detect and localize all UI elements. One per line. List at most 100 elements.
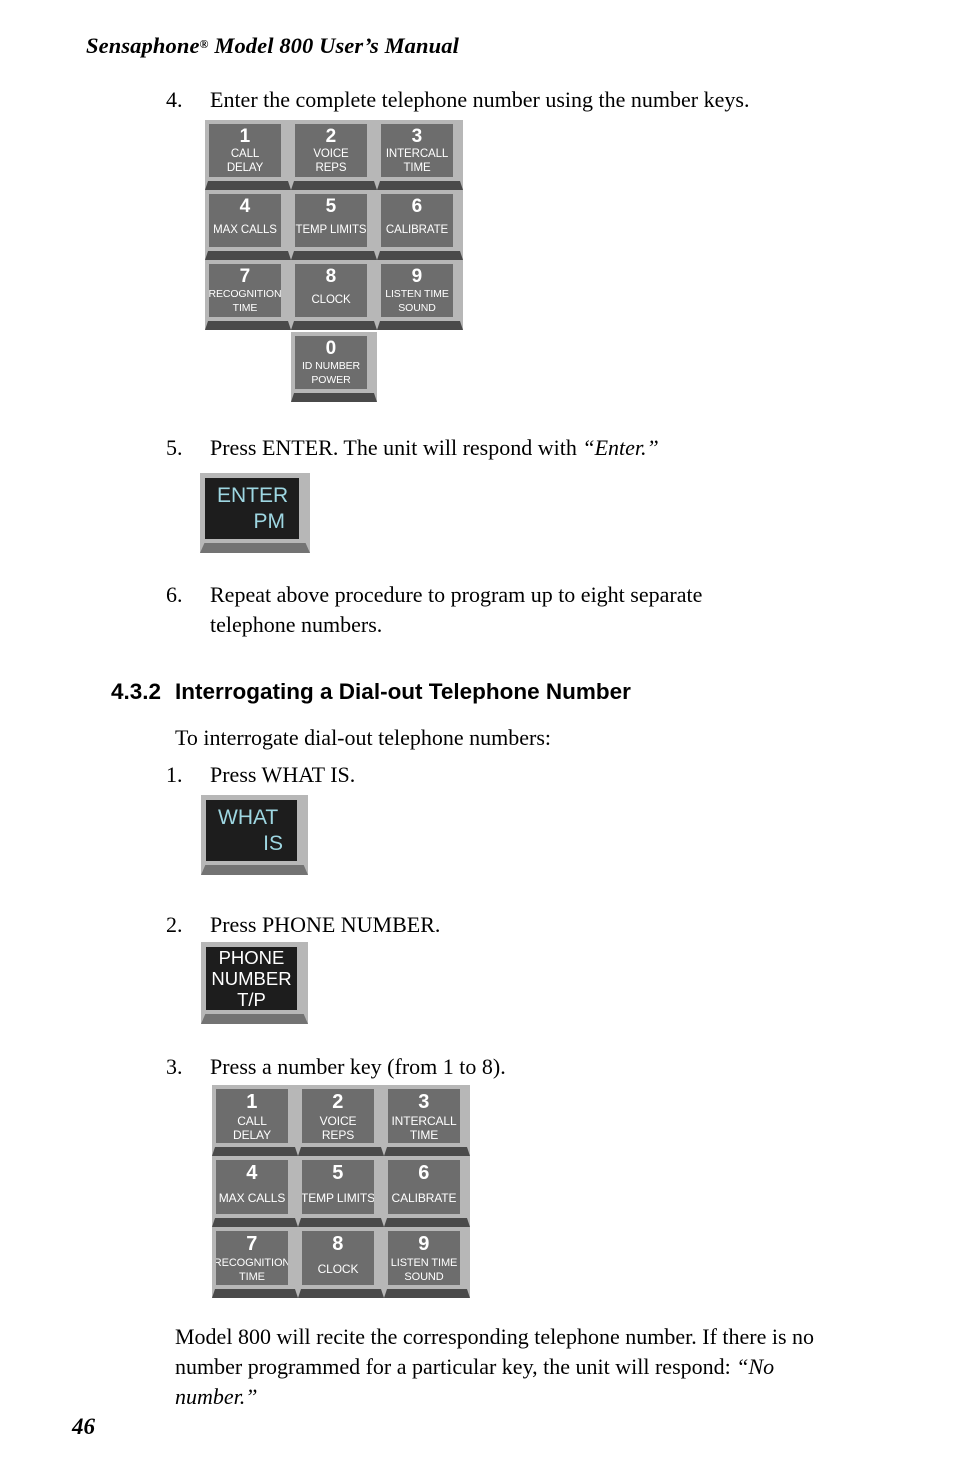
key-bottom-lip [205, 321, 291, 330]
keypad-key-2[interactable]: 2 VOICE REPS [291, 120, 377, 190]
key-face: 6 CALIBRATE [381, 194, 453, 247]
keypad2-key-4[interactable]: 4 MAX CALLS [212, 1156, 298, 1227]
section-intro-paragraph: To interrogate dial-out telephone number… [175, 725, 552, 750]
key-label-line-1: VOICE [319, 1114, 357, 1128]
step-3-text: Press a number key (from 1 to 8). [210, 1054, 506, 1079]
enter-key-label-line-1: ENTER [217, 483, 289, 507]
key-bottom-lip [384, 1147, 470, 1156]
step-6-text: Repeat above procedure to program up to … [210, 582, 703, 637]
keypad2-key-1[interactable]: 1 CALL DELAY [212, 1085, 298, 1156]
keypad-key-9[interactable]: 9 LISTEN TIME SOUND [377, 260, 463, 330]
step-5-number: 5. [166, 435, 183, 460]
keypad-key-1[interactable]: 1 CALL DELAY [205, 120, 291, 190]
key-face: 8 CLOCK [302, 1231, 374, 1285]
key-digit: 8 [332, 1233, 344, 1255]
manual-page: Sensaphone® Model 800 User’s Manual 4. E… [0, 0, 954, 1475]
key-label-line-2: SOUND [398, 301, 436, 314]
keypad-key-3[interactable]: 3 INTERCALL TIME [377, 120, 463, 190]
step-3-number: 3. [166, 1054, 183, 1079]
keypad-key-7[interactable]: 7 RECOGNITION TIME [205, 260, 291, 330]
key-cell: 5 TEMP LIMITS [298, 1156, 384, 1227]
keypad-key-5[interactable]: 5 TEMP LIMITS [291, 190, 377, 260]
key-label-line-1: CALIBRATE [391, 1191, 457, 1205]
key-bottom-lip [291, 181, 377, 190]
key-cell: 6 CALIBRATE [384, 1156, 470, 1227]
key-face: 3 INTERCALL TIME [381, 124, 453, 177]
key-face: 4 MAX CALLS [216, 1160, 288, 1214]
key-cell: 4 MAX CALLS [205, 190, 291, 260]
key-cell: 1 CALL DELAY [212, 1085, 298, 1156]
keypad2-key-9[interactable]: 9 LISTEN TIME SOUND [384, 1227, 470, 1298]
key-digit: 6 [411, 196, 423, 217]
header-title: Model 800 User’s Manual [208, 33, 459, 58]
key-face: 7 RECOGNITION TIME [209, 264, 281, 317]
key-label-line-2: REPS [315, 161, 347, 174]
keypad2-key-7[interactable]: 7 RECOGNITION TIME [212, 1227, 298, 1298]
key-label-line-1: RECOGNITION [209, 288, 281, 300]
phone-number-key-label-line-2: NUMBER [211, 968, 292, 989]
keypad-key-6[interactable]: 6 CALIBRATE [377, 190, 463, 260]
key-cell: 9 LISTEN TIME SOUND [377, 260, 463, 330]
step-4-number: 4. [166, 87, 183, 112]
key-digit: 1 [239, 126, 251, 147]
key-bottom-lip [377, 321, 463, 330]
step-1-text: Press WHAT IS. [210, 762, 356, 787]
header-brand: Sensaphone [86, 33, 200, 58]
key-bottom-lip [291, 393, 377, 402]
enter-key[interactable]: ENTER PM [200, 473, 310, 553]
key-digit: 8 [325, 266, 337, 287]
key-label-line-1: LISTEN TIME [390, 1257, 458, 1269]
key-cell: 1 CALL DELAY [205, 120, 291, 190]
key-bottom-lip [201, 1014, 308, 1024]
key-label-line-1: VOICE [313, 148, 349, 160]
key-digit: 6 [418, 1162, 430, 1184]
key-bottom-lip [212, 1218, 298, 1227]
step-4: 4. Enter the complete telephone number u… [166, 85, 866, 115]
keypad-key-0[interactable]: 0 ID NUMBER POWER [291, 332, 377, 402]
key-label-line-1: INTERCALL [391, 1114, 457, 1128]
key-bottom-lip [377, 181, 463, 190]
key-bottom-lip [298, 1147, 384, 1156]
key-digit: 9 [418, 1233, 430, 1255]
key-label-line-2: TIME [409, 1128, 439, 1142]
key-digit: 3 [411, 126, 423, 147]
key-cell: 6 CALIBRATE [377, 190, 463, 260]
key-face: 7 RECOGNITION TIME [216, 1231, 288, 1285]
key-digit: 2 [325, 126, 337, 147]
step-5-text-main: Press ENTER. The unit will respond with [210, 435, 583, 460]
key-cell: 7 RECOGNITION TIME [205, 260, 291, 330]
key-label-line-1: LISTEN TIME [385, 288, 449, 300]
page-number: 46 [72, 1414, 95, 1439]
key-cell: 2 VOICE REPS [298, 1085, 384, 1156]
phone-number-key[interactable]: PHONE NUMBER T/P [201, 942, 308, 1024]
keypad-key-4[interactable]: 4 MAX CALLS [205, 190, 291, 260]
key-face: 0 ID NUMBER POWER [295, 336, 367, 389]
key-bottom-lip [200, 543, 310, 553]
key-label-line-1: CLOCK [317, 1262, 359, 1276]
step-6: 6. Repeat above procedure to program up … [166, 580, 786, 640]
key-cell: 2 VOICE REPS [291, 120, 377, 190]
key-face: 3 INTERCALL TIME [388, 1089, 460, 1143]
keypad2-key-2[interactable]: 2 VOICE REPS [298, 1085, 384, 1156]
step-6-number: 6. [166, 582, 183, 607]
keypad-key-8[interactable]: 8 CLOCK [291, 260, 377, 330]
keypad2-key-3[interactable]: 3 INTERCALL TIME [384, 1085, 470, 1156]
key-label-line-1: MAX CALLS [213, 224, 277, 236]
key-label-line-1: ID NUMBER [301, 360, 361, 372]
section-heading: 4.3.2 Interrogating a Dial-out Telephone … [111, 679, 631, 705]
closing-paragraph-text: Model 800 will recite the corresponding … [175, 1324, 815, 1379]
key-bottom-lip [201, 865, 308, 875]
key-cell-zero: 0 ID NUMBER POWER [291, 332, 377, 402]
what-is-key[interactable]: WHAT IS [201, 795, 308, 875]
key-bottom-lip [298, 1289, 384, 1298]
keypad2-key-6[interactable]: 6 CALIBRATE [384, 1156, 470, 1227]
step-5: 5. Press ENTER. The unit will respond wi… [166, 433, 866, 463]
keypad2-key-8[interactable]: 8 CLOCK [298, 1227, 384, 1298]
keypad2-key-5[interactable]: 5 TEMP LIMITS [298, 1156, 384, 1227]
key-digit: 1 [246, 1091, 258, 1113]
key-face: 5 TEMP LIMITS [295, 194, 367, 247]
key-label-line-1: RECOGNITION [216, 1257, 288, 1269]
key-digit: 0 [325, 338, 337, 359]
step-3: 3. Press a number key (from 1 to 8). [166, 1052, 766, 1082]
key-bottom-lip [205, 251, 291, 260]
